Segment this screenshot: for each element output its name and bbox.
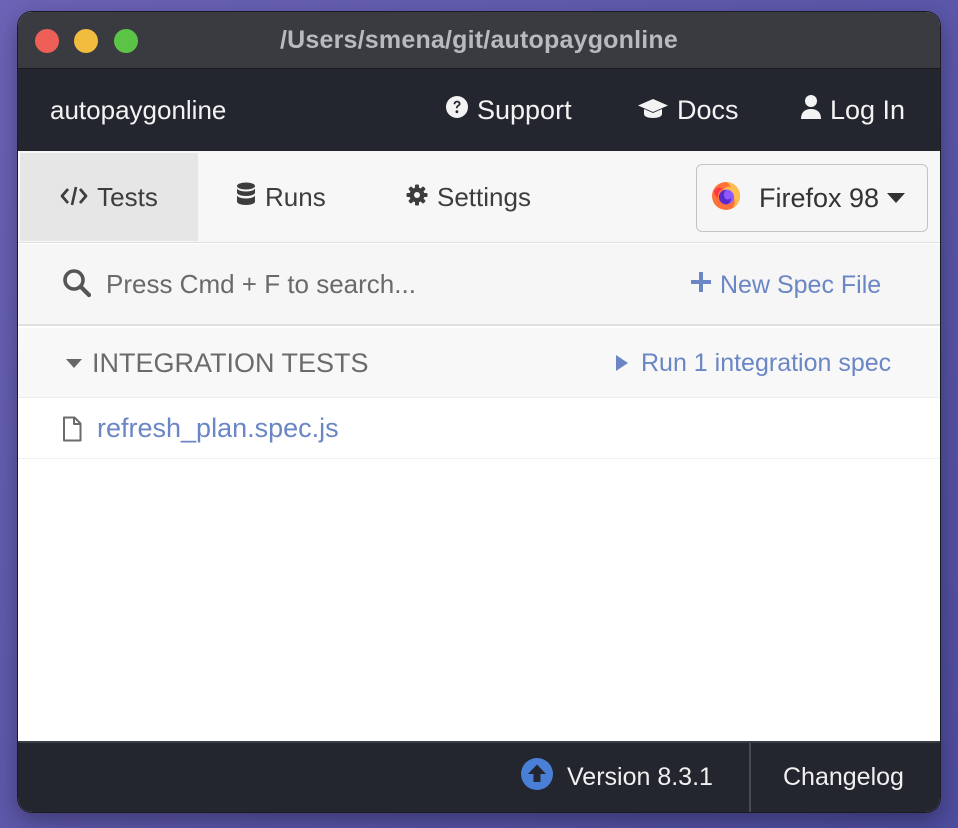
run-integration-specs-button[interactable]: Run 1 integration spec (616, 328, 891, 398)
gear-icon (406, 182, 437, 213)
docs-link[interactable]: Docs (637, 69, 739, 151)
search-input[interactable] (106, 258, 626, 310)
browser-selector[interactable]: Firefox 98 (696, 164, 928, 232)
question-circle-icon (445, 95, 477, 126)
firefox-icon (711, 181, 741, 216)
window-title: /Users/smena/git/autopaygonline (280, 26, 678, 54)
spec-file-name: refresh_plan.spec.js (97, 413, 339, 443)
chevron-down-icon (887, 193, 906, 203)
caret-down-icon (66, 358, 82, 368)
file-icon (62, 416, 82, 442)
tab-tests[interactable]: Tests (20, 153, 198, 241)
code-icon (60, 182, 97, 213)
search-row: New Spec File (18, 244, 940, 326)
top-nav: autopaygonline Support Docs Log In (18, 69, 940, 151)
tab-settings-label: Settings (437, 181, 531, 212)
spec-file-item[interactable]: refresh_plan.spec.js (18, 399, 940, 459)
integration-tests-title: INTEGRATION TESTS (92, 347, 369, 378)
title-bar: /Users/smena/git/autopaygonline (18, 12, 940, 69)
changelog-link[interactable]: Changelog (783, 743, 904, 812)
version-label: Version 8.3.1 (567, 763, 713, 791)
version-info[interactable]: Version 8.3.1 (521, 743, 713, 812)
tab-settings[interactable]: Settings (406, 153, 531, 241)
login-label: Log In (830, 94, 906, 125)
new-spec-file-button[interactable]: New Spec File (690, 244, 881, 326)
support-label: Support (477, 94, 572, 125)
graduation-cap-icon (637, 95, 677, 126)
login-link[interactable]: Log In (800, 69, 905, 151)
app-window: /Users/smena/git/autopaygonline autopayg… (18, 12, 940, 812)
database-icon (236, 182, 265, 213)
footer-divider (749, 743, 751, 812)
integration-tests-toggle[interactable]: INTEGRATION TESTS (66, 328, 369, 398)
browser-selected-label: Firefox 98 (759, 182, 880, 213)
footer: Version 8.3.1 Changelog (18, 741, 940, 812)
support-link[interactable]: Support (445, 69, 572, 151)
search-icon (62, 268, 92, 303)
user-icon (800, 94, 830, 127)
plus-icon (690, 271, 720, 300)
docs-label: Docs (677, 94, 739, 125)
tabs-bar: Tests Runs Settings Firefox 98 (18, 151, 940, 243)
play-icon (616, 355, 628, 371)
tab-runs-label: Runs (265, 181, 326, 212)
new-spec-file-label: New Spec File (720, 270, 882, 299)
tab-runs[interactable]: Runs (236, 153, 326, 241)
integration-tests-header: INTEGRATION TESTS Run 1 integration spec (18, 328, 940, 398)
update-arrow-icon (521, 758, 567, 797)
project-name: autopaygonline (50, 95, 227, 125)
tab-tests-label: Tests (97, 181, 158, 212)
run-integration-specs-label: Run 1 integration spec (641, 348, 892, 377)
